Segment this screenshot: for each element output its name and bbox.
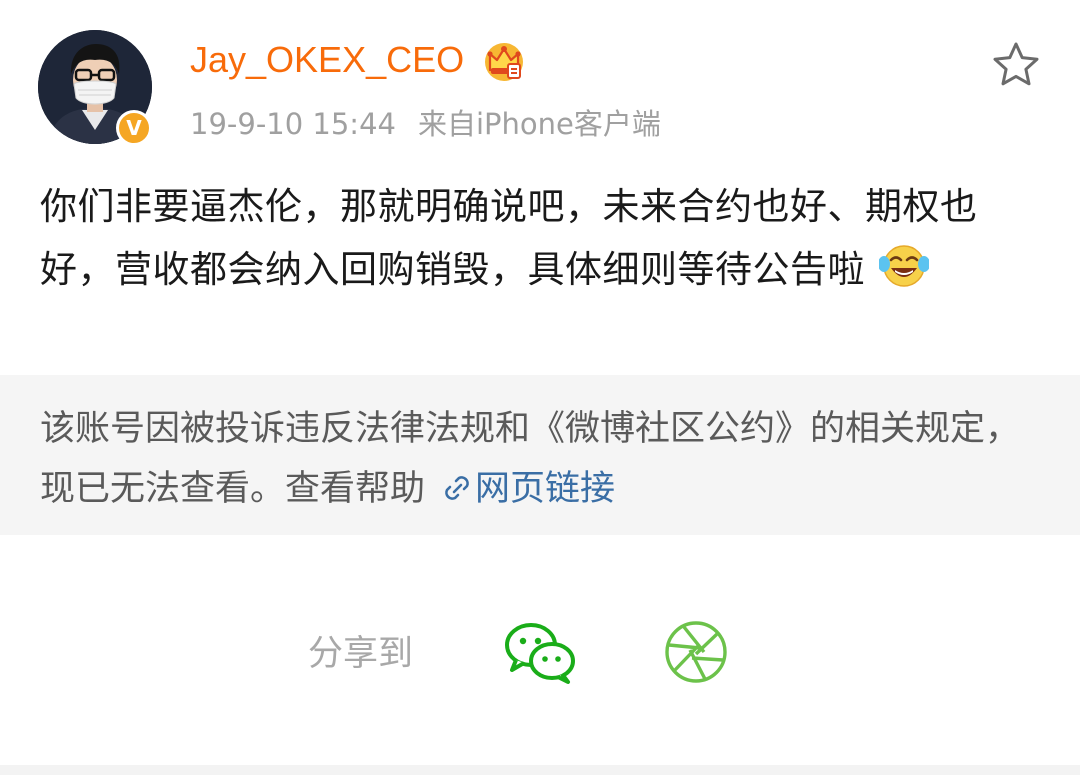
favorite-star-button[interactable] [988,38,1044,94]
moments-icon [665,621,727,683]
moments-share-button[interactable] [662,618,730,686]
web-link[interactable]: 网页链接 [425,469,615,509]
laughing-crying-emoji-icon [879,245,929,287]
verified-badge-icon: V [116,110,152,146]
post-header: V Jay_OKEX_CEO 19-9-10 15:44 来自iPhone客户端 [0,0,1080,160]
weibo-post-page: V Jay_OKEX_CEO 19-9-10 15:44 来自iPhone客户端 … [0,0,1080,775]
share-bar: 分享到 [0,600,1080,710]
notice-text-block: 该账号因被投诉违反法律法规和《微博社区公约》的相关规定，现已无法查看。查看帮助 … [40,399,1040,519]
post-source: 来自iPhone客户端 [417,107,661,141]
bottom-divider [0,765,1080,775]
web-link-label: 网页链接 [475,469,616,509]
view-help-link[interactable]: 查看帮助 [285,469,425,509]
wechat-icon [505,623,575,684]
wechat-share-button[interactable] [502,618,578,686]
post-timestamp: 19-9-10 15:44 [190,107,396,141]
post-meta: 19-9-10 15:44 来自iPhone客户端 [190,104,661,144]
link-icon [445,476,469,500]
crown-icon[interactable] [482,40,526,82]
author-username[interactable]: Jay_OKEX_CEO [190,38,464,82]
post-content: 你们非要逼杰伦，那就明确说吧，未来合约也好、期权也好，营收都会纳入回购销毁，具体… [40,175,1040,301]
blocked-account-notice: 该账号因被投诉违反法律法规和《微博社区公约》的相关规定，现已无法查看。查看帮助 … [0,375,1080,535]
share-label: 分享到 [308,634,414,674]
post-text: 你们非要逼杰伦，那就明确说吧，未来合约也好、期权也好，营收都会纳入回购销毁，具体… [40,185,978,291]
